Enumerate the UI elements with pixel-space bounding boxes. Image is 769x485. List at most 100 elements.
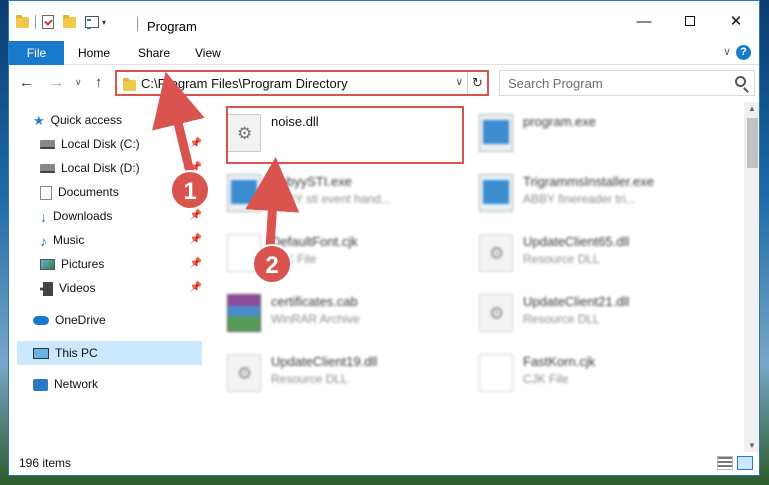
file-name: program.exe (523, 114, 596, 129)
scrollbar-thumb[interactable] (747, 118, 758, 168)
file-name: UpdateClient65.dll (523, 234, 630, 249)
maximize-icon (685, 16, 695, 26)
view-options-icon[interactable] (85, 16, 99, 29)
sidebar-item-documents[interactable]: Documents 📌 (40, 180, 202, 204)
file-name: FastKorn.cjk (523, 354, 596, 369)
sidebar-item-network[interactable]: Network (33, 372, 98, 396)
sidebar-item-pictures[interactable]: Pictures 📌 (40, 252, 202, 276)
exe-icon (479, 174, 513, 212)
file-item-updateclient65-dll[interactable]: UpdateClient65.dll Resource DLL (471, 228, 707, 286)
file-item-fastkorn-cjk[interactable]: FastKorn.cjk CJK File (471, 348, 707, 406)
sidebar-item-label: Pictures (61, 257, 105, 271)
file-item-certificates-cab[interactable]: certificates.cab WinRAR Archive (219, 288, 455, 346)
minimize-button[interactable]: — (621, 1, 667, 41)
pin-icon[interactable]: 📌 (190, 132, 202, 156)
address-path[interactable]: C:\Program Files\Program Directory (141, 76, 348, 91)
file-item-updateclient19-dll[interactable]: UpdateClient19.dll Resource DLL (219, 348, 455, 406)
file-description: CJK File (523, 372, 569, 386)
pin-icon[interactable]: 📌 (190, 276, 202, 300)
close-button[interactable]: ✕ (713, 1, 759, 41)
sidebar-item-label: Downloads (53, 209, 113, 223)
sidebar-item-label: Network (54, 377, 99, 391)
file-name: UpdateClient19.dll (271, 354, 378, 369)
recent-locations-icon[interactable]: ∨ (75, 77, 82, 88)
file-name: DefaultFont.cjk (271, 234, 358, 249)
sidebar-item-this-pc[interactable]: This PC (33, 341, 98, 365)
title-separator (137, 17, 138, 31)
forward-arrow-icon[interactable]: → (49, 74, 64, 91)
gear-icon (227, 114, 261, 152)
address-dropdown-icon[interactable]: ∨ (456, 77, 463, 88)
sidebar-item-onedrive[interactable]: OneDrive (33, 308, 106, 332)
folder-icon (16, 14, 29, 28)
sidebar-item-label: Quick access (50, 113, 123, 127)
search-box[interactable]: Search Program (499, 70, 755, 96)
details-view-icon[interactable] (717, 456, 733, 470)
status-bar: 196 items (9, 452, 759, 475)
sidebar-item-label: Local Disk (D:) (61, 161, 140, 175)
sidebar-item-label: This PC (55, 346, 98, 360)
properties-icon[interactable] (42, 15, 54, 29)
help-icon[interactable]: ? (736, 45, 751, 60)
chevron-down-icon[interactable]: ∨ (723, 45, 731, 58)
tab-view[interactable]: View (195, 41, 221, 65)
content-area: ★ Quick access Local Disk (C:) 📌 Local Dis… (9, 102, 759, 452)
sidebar-item-label: Documents (58, 185, 119, 199)
file-description: Resource DLL (523, 312, 600, 326)
customize-toolbar-icon[interactable]: ▾ (102, 18, 106, 27)
video-icon (40, 281, 53, 296)
pin-icon[interactable]: 📌 (190, 204, 202, 228)
pin-icon[interactable]: 📌 (190, 252, 202, 276)
tab-home[interactable]: Home (78, 41, 110, 65)
minimize-icon: — (636, 12, 652, 30)
maximize-button[interactable] (667, 1, 713, 41)
sidebar-item-videos[interactable]: Videos 📌 (40, 276, 202, 300)
sidebar-item-local-disk-c[interactable]: Local Disk (C:) 📌 (40, 132, 202, 156)
sidebar-item-quick-access[interactable]: ★ Quick access (33, 108, 122, 132)
file-description: Resource DLL (523, 252, 600, 266)
back-arrow-icon[interactable]: ← (19, 74, 34, 91)
file-item-updateclient21-dll[interactable]: UpdateClient21.dll Resource DLL (471, 288, 707, 346)
sidebar-item-label: Local Disk (C:) (61, 137, 140, 151)
vertical-scrollbar[interactable]: ▲ ▼ (744, 102, 759, 452)
sidebar-item-label: OneDrive (55, 313, 106, 327)
sidebar-item-local-disk-d[interactable]: Local Disk (D:) 📌 (40, 156, 202, 180)
ribbon: File Home Share View ∨ ? (9, 41, 759, 65)
tab-share[interactable]: Share (138, 41, 170, 65)
pin-icon[interactable]: 📌 (190, 156, 202, 180)
computer-icon (33, 348, 49, 360)
scroll-down-icon[interactable]: ▼ (748, 441, 756, 450)
scroll-up-icon[interactable]: ▲ (748, 104, 756, 113)
star-icon: ★ (33, 112, 45, 128)
file-item-program-exe[interactable]: program.exe (471, 108, 707, 166)
tab-file[interactable]: File (9, 41, 64, 65)
refresh-icon[interactable]: ↻ (467, 72, 487, 94)
hard-drive-icon (40, 140, 55, 150)
document-icon (227, 234, 261, 272)
search-icon (735, 76, 746, 87)
up-arrow-icon[interactable]: ↑ (95, 74, 103, 91)
pin-icon[interactable]: 📌 (190, 180, 202, 204)
document-icon (40, 185, 52, 200)
file-description: Resource DLL (271, 372, 348, 386)
new-folder-icon[interactable] (63, 14, 76, 28)
file-item-defaultfont-cjk[interactable]: DefaultFont.cjk CJK File (219, 228, 455, 286)
quick-access-toolbar: ▾ (9, 14, 106, 29)
tiles-view-icon[interactable] (737, 456, 753, 470)
document-icon (479, 354, 513, 392)
sidebar-item-music[interactable]: ♪ Music 📌 (40, 228, 202, 252)
file-item-abbyysti-exe[interactable]: AbbyySTI.exe ABBY sti event hand... (219, 168, 455, 226)
exe-icon (479, 114, 513, 152)
toolbar-separator (35, 15, 36, 29)
title-bar: ▾ Program — ✕ (9, 1, 759, 41)
file-name: AbbyySTI.exe (271, 174, 352, 189)
address-bar[interactable]: C:\Program Files\Program Directory ∨ ↻ (115, 70, 489, 96)
navigation-pane: ★ Quick access Local Disk (C:) 📌 Local Dis… (9, 102, 203, 452)
item-count: 196 items (19, 456, 72, 470)
file-item-trigrammsinstaller-exe[interactable]: TrigrammsInstaller.exe ABBY finereader t… (471, 168, 707, 226)
search-input[interactable]: Search Program (508, 76, 603, 91)
file-item-noise-dll[interactable]: noise.dll (219, 108, 455, 166)
pin-icon[interactable]: 📌 (190, 228, 202, 252)
file-name: UpdateClient21.dll (523, 294, 630, 309)
sidebar-item-downloads[interactable]: ↓ Downloads 📌 (40, 204, 202, 228)
